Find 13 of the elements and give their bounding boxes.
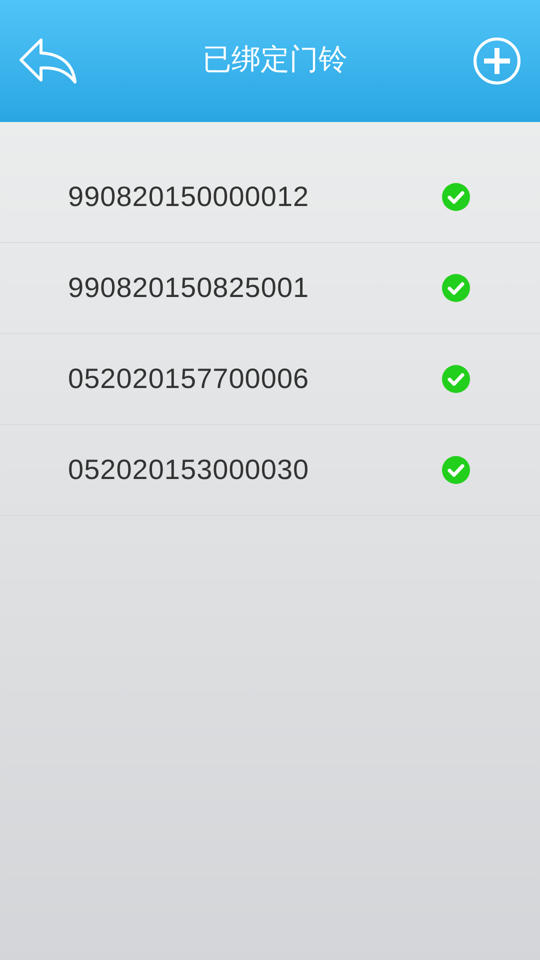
add-button[interactable] xyxy=(472,36,522,86)
doorbell-number: 990820150825001 xyxy=(68,271,310,305)
doorbell-row[interactable]: 990820150825001 xyxy=(0,243,540,334)
doorbell-row[interactable]: 990820150000012 xyxy=(0,152,540,243)
reply-arrow-icon xyxy=(19,38,77,84)
plus-circle-icon xyxy=(473,37,521,85)
header-title: 已绑定门铃 xyxy=(202,43,348,78)
doorbell-number: 990820150000012 xyxy=(68,180,310,214)
doorbell-row[interactable]: 052020157700006 xyxy=(0,334,540,425)
doorbell-row[interactable]: 052020153000030 xyxy=(0,425,540,516)
doorbell-number: 052020157700006 xyxy=(68,362,310,396)
doorbell-number: 052020153000030 xyxy=(68,453,310,487)
back-button[interactable] xyxy=(18,36,78,86)
